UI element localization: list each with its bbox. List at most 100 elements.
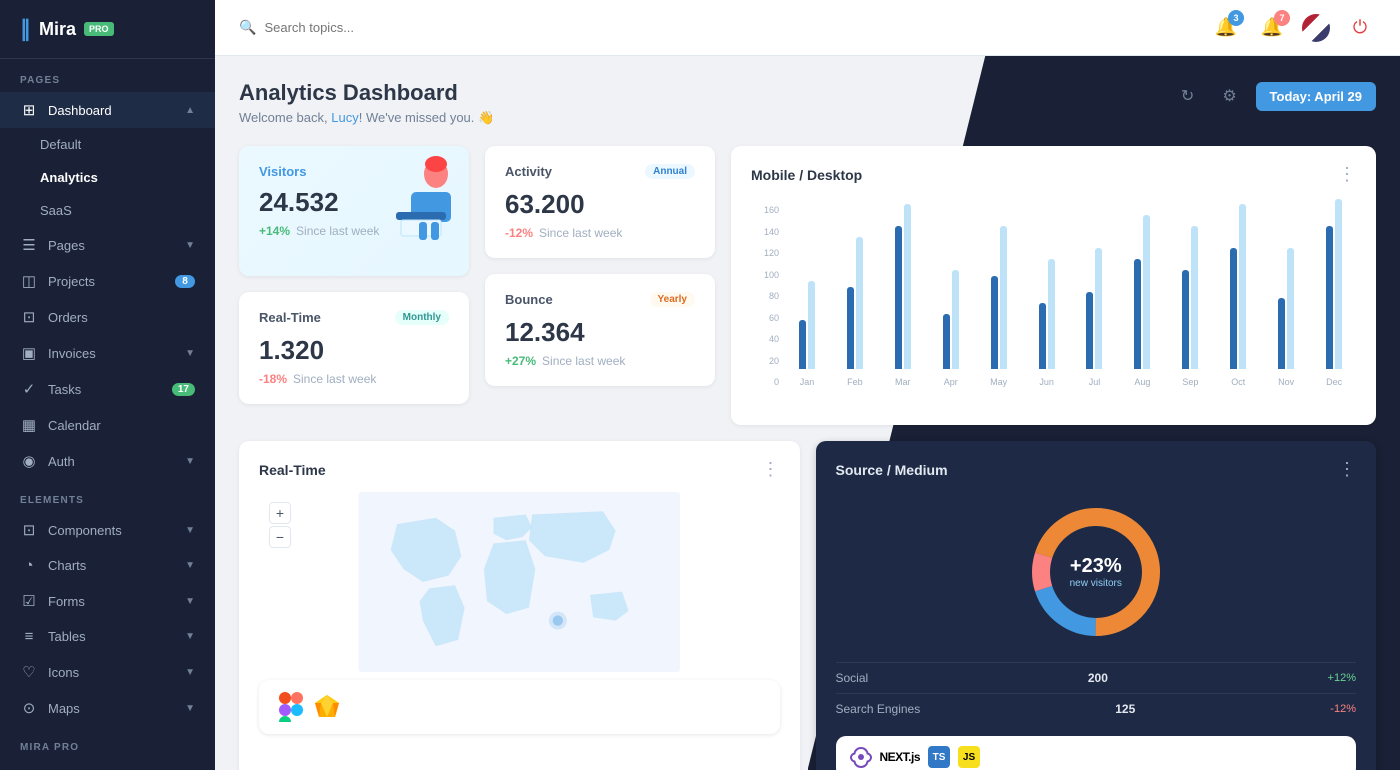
second-row: Real-Time ⋮ + − [239,441,1376,770]
source-name: Search Engines [836,702,921,716]
sidebar-item-projects[interactable]: ◫ Projects 8 [0,263,215,299]
activity-since: Since last week [539,226,622,240]
bar-dark [1039,303,1046,369]
activity-card: Activity Annual 63.200 -12% Since last w… [485,146,715,258]
bar-dark [1326,226,1333,369]
sidebar-item-forms[interactable]: ☑ Forms ▼ [0,583,215,619]
tasks-icon: ✓ [20,380,38,398]
section-pages-label: PAGES [0,59,215,92]
donut-center: +23% new visitors [1070,555,1122,589]
bar-label: May [990,377,1007,387]
sidebar-item-charts[interactable]: ◔ Charts ▼ [0,548,215,583]
chevron-down-icon: ▼ [185,348,195,359]
bar-pair [1278,199,1294,369]
bar-light [1095,248,1102,369]
date-button[interactable]: Today: April 29 [1256,82,1376,111]
sidebar-item-icons[interactable]: ♡ Icons ▼ [0,654,215,690]
bar-group: Jun [1025,199,1069,387]
source-title: Source / Medium [836,462,948,478]
bar-label: Sep [1182,377,1198,387]
filter-icon: ⚙ [1222,86,1236,106]
chart-header: Mobile / Desktop ⋮ [751,164,1356,185]
y-label: 80 [751,291,779,301]
bar-pair [847,199,863,369]
header-actions: ↻ ⚙ Today: April 29 [1172,80,1376,112]
search-input[interactable] [264,20,559,35]
bar-pair [799,199,815,369]
source-name: Social [836,671,869,685]
search-wrapper: 🔍 [239,19,559,36]
logo-card-figma [259,680,780,734]
bar-light [1191,226,1198,369]
bounce-badge: Yearly [650,292,695,307]
projects-icon: ◫ [20,272,38,290]
sidebar-item-label: Forms [48,594,175,609]
bar-label: Nov [1278,377,1294,387]
sidebar-item-invoices[interactable]: ▣ Invoices ▼ [0,335,215,371]
bounce-header: Bounce Yearly [505,292,695,307]
page-content: Analytics Dashboard Welcome back, Lucy! … [215,56,1400,770]
realtime-change: -18% [259,372,287,386]
bar-label: Jan [800,377,815,387]
donut-label: new visitors [1070,578,1122,589]
sidebar-item-saas[interactable]: SaaS [0,194,215,227]
y-label: 20 [751,356,779,366]
bar-dark [1086,292,1093,369]
map-header: Real-Time ⋮ [259,459,780,480]
y-axis: 160 140 120 100 80 60 40 20 0 [751,205,779,407]
refresh-icon: ↻ [1181,86,1194,106]
sidebar-item-auth[interactable]: ◉ Auth ▼ [0,443,215,479]
bar-light [1335,199,1342,369]
redux-icon [850,746,872,768]
maps-icon: ⊙ [20,699,38,717]
realtime-title: Real-Time [259,310,321,325]
refresh-button[interactable]: ↻ [1172,80,1204,112]
sidebar-item-default[interactable]: Default [0,128,215,161]
app-name: Mira [39,19,76,40]
sidebar-item-components[interactable]: ⊡ Components ▼ [0,512,215,548]
activity-value: 63.200 [505,189,695,220]
sidebar-item-tables[interactable]: ≡ Tables ▼ [0,619,215,654]
bar-group: Sep [1168,199,1212,387]
map-menu-button[interactable]: ⋮ [762,459,780,480]
icons-icon: ♡ [20,663,38,681]
sidebar-item-orders[interactable]: ⊡ Orders [0,299,215,335]
sidebar-item-tasks[interactable]: ✓ Tasks 17 [0,371,215,407]
sidebar-item-calendar[interactable]: ▦ Calendar [0,407,215,443]
bar-group: Jul [1073,199,1117,387]
sidebar-item-dashboard[interactable]: ⊞ Dashboard ▲ [0,92,215,128]
sidebar-item-analytics[interactable]: Analytics [0,161,215,194]
bar-dark [943,314,950,369]
source-change: +12% [1328,672,1356,684]
charts-icon: ◔ [20,557,38,574]
y-label: 160 [751,205,779,215]
source-menu-button[interactable]: ⋮ [1338,459,1356,480]
bar-pair [1134,199,1150,369]
sketch-icon [313,693,341,721]
nextjs-label: NEXT.js [880,750,921,764]
notifications-button[interactable]: 🔔 3 [1210,12,1242,44]
alerts-badge: 7 [1274,10,1290,26]
filter-button[interactable]: ⚙ [1214,80,1246,112]
sidebar-item-label: Analytics [40,170,195,185]
activity-header: Activity Annual [505,164,695,179]
chart-menu-button[interactable]: ⋮ [1338,164,1356,185]
language-flag[interactable] [1302,14,1330,42]
bar-chart-area: 160 140 120 100 80 60 40 20 0 JanFebMarA… [751,197,1356,407]
sidebar-item-maps[interactable]: ⊙ Maps ▼ [0,690,215,726]
chevron-down-icon: ▼ [185,240,195,251]
alerts-button[interactable]: 🔔 7 [1256,12,1288,44]
chevron-down-icon: ▼ [185,456,195,467]
power-button[interactable]: ⏻ [1344,12,1376,44]
source-header: Source / Medium ⋮ [836,459,1357,480]
y-label: 120 [751,248,779,258]
map-container: + − [259,492,780,672]
bar-light [1287,248,1294,369]
bar-label: Aug [1134,377,1150,387]
sidebar: ∥ Mira PRO PAGES ⊞ Dashboard ▲ Default A… [0,0,215,770]
notifications-badge: 3 [1228,10,1244,26]
sidebar-item-pages[interactable]: ☰ Pages ▼ [0,227,215,263]
bar-label: Mar [895,377,911,387]
chevron-down-icon: ▼ [185,631,195,642]
sidebar-item-label: Auth [48,454,175,469]
